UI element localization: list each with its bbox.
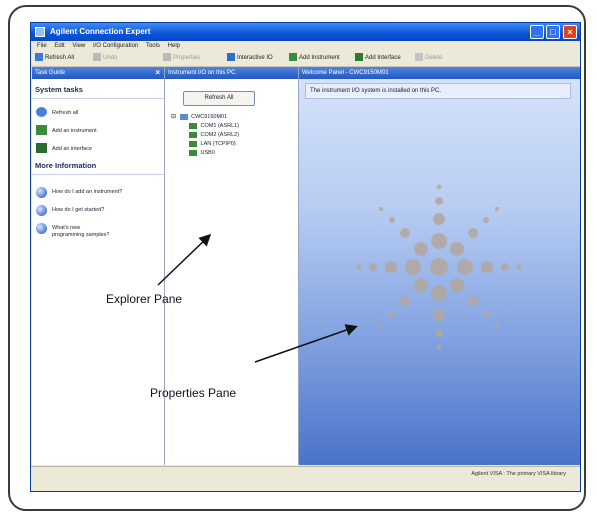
explorer-arrow (157, 233, 212, 286)
properties-arrow (254, 324, 358, 363)
callout-arrows (157, 233, 358, 363)
properties-pane-callout: Properties Pane (150, 386, 237, 400)
explorer-pane-callout: Explorer Pane (106, 292, 183, 306)
